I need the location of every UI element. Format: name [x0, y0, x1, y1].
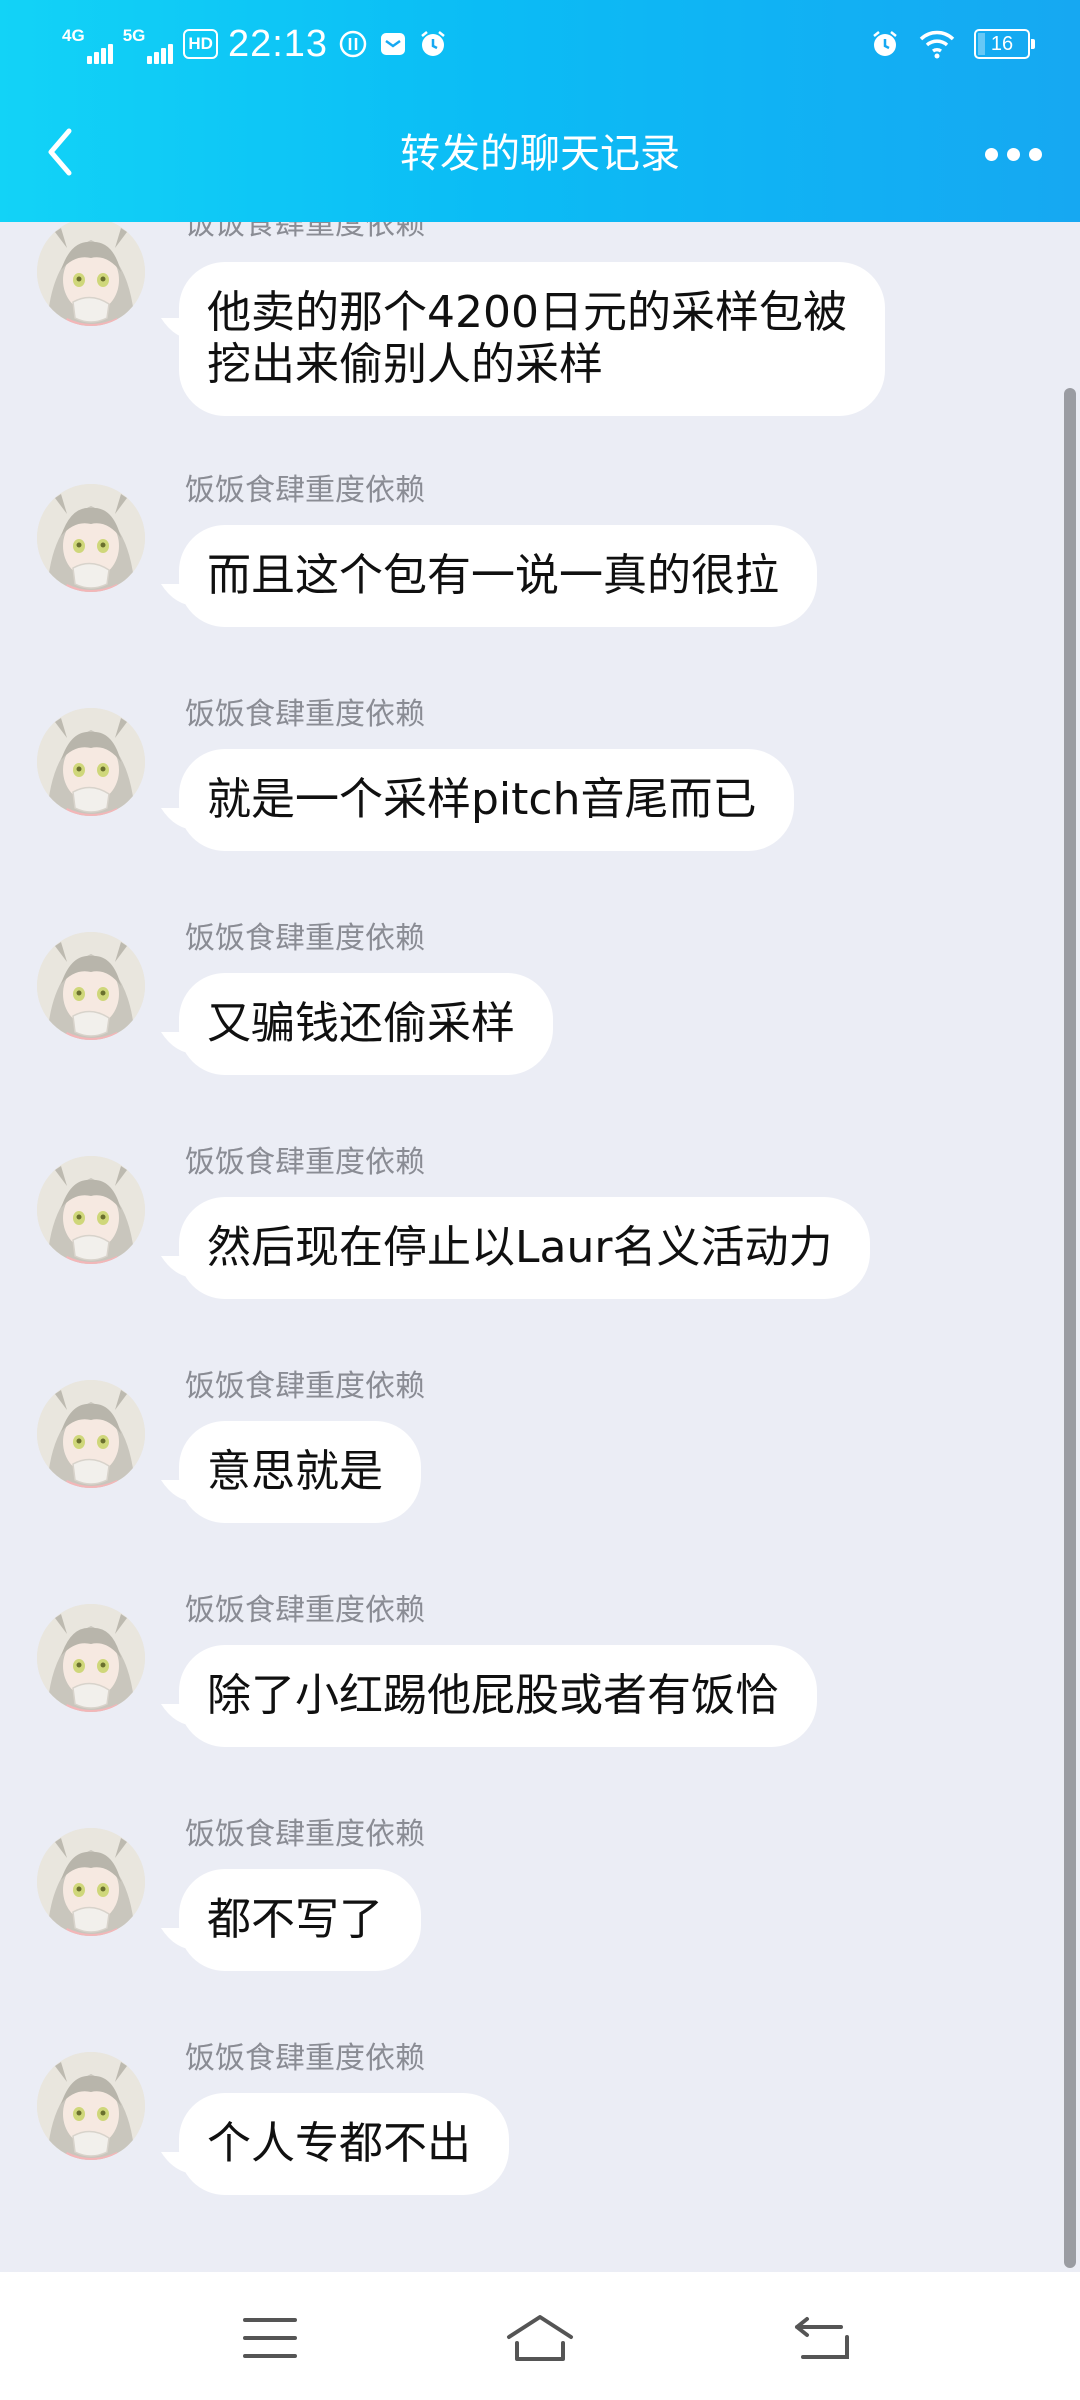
avatar[interactable]: [37, 1156, 145, 1264]
message-item: 饭饭食肆重度依赖 都不写了: [0, 1817, 1080, 2028]
app-header: 4G 5G HD 22:13 16 转发的聊天记录: [0, 0, 1080, 222]
message-bubble[interactable]: 然后现在停止以Laur名义活动力: [179, 1197, 871, 1299]
sender-name: 饭饭食肆重度依赖: [185, 1145, 425, 1180]
back-icon: [795, 2317, 849, 2359]
alarm-icon-right: [870, 29, 900, 59]
signal-icon-2: 5G: [123, 24, 174, 64]
sender-name: 饭饭食肆重度依赖: [185, 1369, 425, 1404]
mail-icon: [378, 29, 408, 59]
avatar[interactable]: [37, 1380, 145, 1488]
message-bubble[interactable]: 就是一个采样pitch音尾而已: [179, 749, 795, 851]
avatar[interactable]: [37, 1604, 145, 1712]
network-type-1: 4G: [62, 26, 85, 45]
sender-name: 饭饭食肆重度依赖: [185, 1593, 425, 1628]
message-item: 饭饭食肆重度依赖 除了小红踢他屁股或者有饭恰: [0, 1593, 1080, 1804]
menu-button[interactable]: [230, 2308, 310, 2368]
message-item: 饭饭食肆重度依赖 又骗钱还偷采样: [0, 921, 1080, 1132]
message-bubble[interactable]: 而且这个包有一说一真的很拉: [179, 525, 817, 627]
status-bar: 4G 5G HD 22:13 16: [0, 0, 1080, 86]
message-bubble[interactable]: 个人专都不出: [179, 2093, 509, 2195]
avatar[interactable]: [37, 2052, 145, 2160]
home-button[interactable]: [500, 2308, 580, 2368]
home-icon: [507, 2315, 573, 2361]
sender-name: 饭饭食肆重度依赖: [185, 2041, 425, 2076]
system-nav-bar: [0, 2272, 1080, 2400]
message-bubble[interactable]: 除了小红踢他屁股或者有饭恰: [179, 1645, 817, 1747]
battery-icon: 16: [974, 29, 1035, 59]
hd-voice-icon: HD: [183, 29, 218, 59]
message-text-line: 挖出来偷别人的采样: [207, 339, 603, 390]
message-item: 饭饭食肆重度依赖 意思就是: [0, 1369, 1080, 1580]
page-title: 转发的聊天记录: [400, 131, 680, 177]
message-item: 饭饭食肆重度依赖 他卖的那个4200日元的采样包被 挖出来偷别人的采样: [0, 222, 1080, 418]
back-nav-button[interactable]: [782, 2308, 862, 2368]
avatar[interactable]: [37, 708, 145, 816]
sender-name: 饭饭食肆重度依赖: [185, 697, 425, 732]
message-bubble[interactable]: 意思就是: [179, 1421, 421, 1523]
menu-icon: [243, 2318, 297, 2358]
message-item: 饭饭食肆重度依赖 而且这个包有一说一真的很拉: [0, 473, 1080, 684]
sender-name: 饭饭食肆重度依赖: [185, 921, 425, 956]
wifi-icon: [918, 29, 956, 59]
battery-level: 16: [990, 32, 1014, 55]
message-item: 饭饭食肆重度依赖 个人专都不出: [0, 2041, 1080, 2252]
signal-icon: 4G: [62, 24, 113, 64]
vpn-icon: [338, 29, 368, 59]
network-type-2: 5G: [122, 26, 146, 45]
sender-name: 饭饭食肆重度依赖: [185, 1817, 425, 1852]
message-bubble[interactable]: 又骗钱还偷采样: [179, 973, 553, 1075]
more-dots-icon: [984, 147, 998, 161]
avatar[interactable]: [37, 222, 145, 326]
more-button[interactable]: [968, 126, 1058, 182]
sender-name: 饭饭食肆重度依赖: [185, 473, 425, 508]
chat-history[interactable]: 饭饭食肆重度依赖 他卖的那个4200日元的采样包被 挖出来偷别人的采样 饭饭食肆…: [0, 222, 1080, 2272]
message-text-line: 他卖的那个4200日元的采样包被: [207, 287, 847, 338]
avatar[interactable]: [37, 1828, 145, 1936]
clock: 22:13: [227, 22, 329, 65]
alarm-icon: [418, 29, 448, 59]
scrollbar[interactable]: [1064, 388, 1076, 2268]
avatar[interactable]: [37, 932, 145, 1040]
avatar[interactable]: [37, 484, 145, 592]
message-bubble[interactable]: 他卖的那个4200日元的采样包被 挖出来偷别人的采样: [179, 262, 885, 416]
message-bubble[interactable]: 都不写了: [179, 1869, 421, 1971]
message-item: 饭饭食肆重度依赖 然后现在停止以Laur名义活动力: [0, 1145, 1080, 1356]
message-item: 饭饭食肆重度依赖 就是一个采样pitch音尾而已: [0, 697, 1080, 908]
sender-name: 饭饭食肆重度依赖: [185, 222, 425, 242]
